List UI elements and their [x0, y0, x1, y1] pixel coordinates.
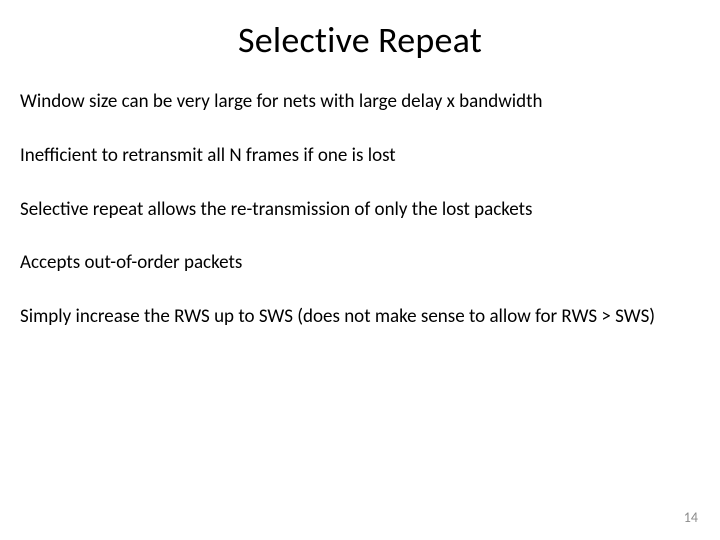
- slide-title: Selective Repeat: [20, 18, 700, 62]
- paragraph-1: Window size can be very large for nets w…: [20, 90, 700, 114]
- paragraph-4: Accepts out-of-order packets: [20, 251, 700, 275]
- page-number: 14: [684, 509, 698, 526]
- paragraph-2: Inefficient to retransmit all N frames i…: [20, 144, 700, 168]
- paragraph-3: Selective repeat allows the re-transmiss…: [20, 198, 700, 222]
- paragraph-5: Simply increase the RWS up to SWS (does …: [20, 305, 700, 329]
